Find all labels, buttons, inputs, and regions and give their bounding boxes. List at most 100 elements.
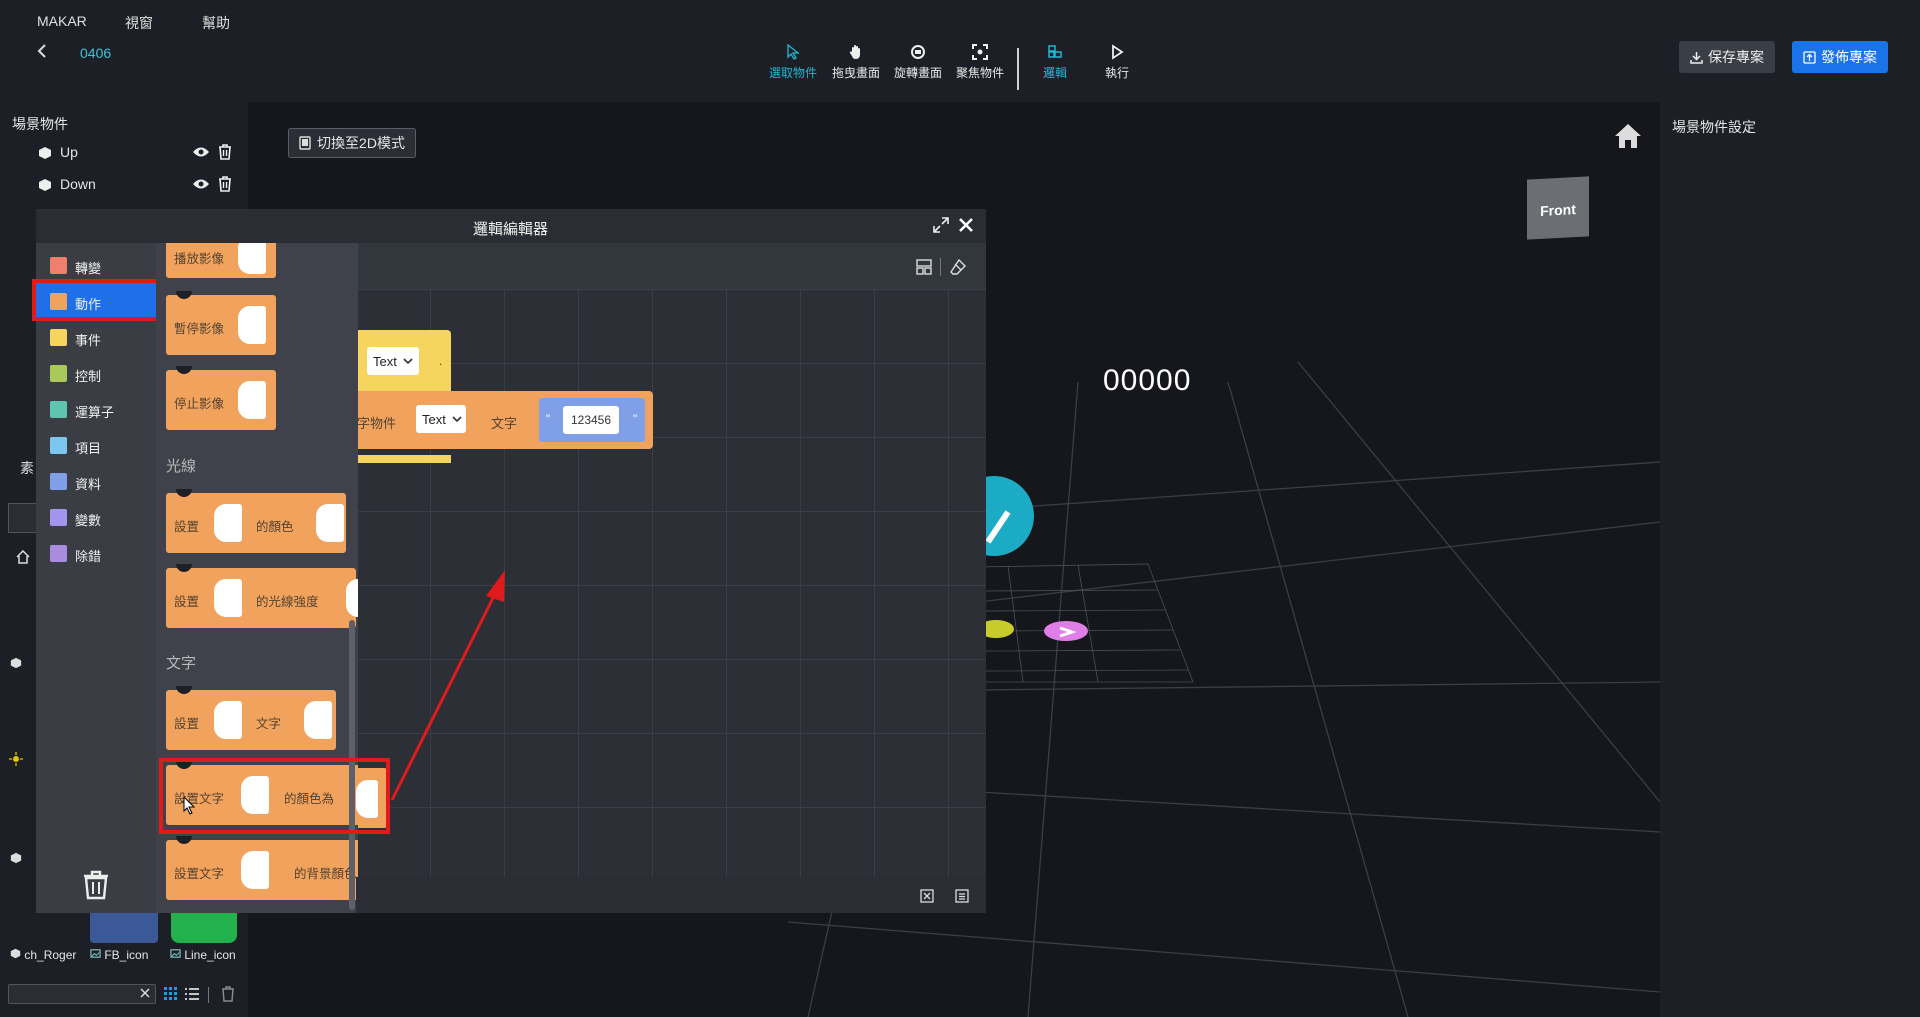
tool-select[interactable]: 選取物件 [761,44,825,81]
mouse-cursor-icon [183,796,196,815]
category-debug[interactable]: 除錯 [36,535,156,569]
category-swatch [50,437,67,454]
tool-logic[interactable]: 邏輯 [1023,44,1087,81]
trash-icon[interactable] [218,176,232,192]
scene-item-down[interactable]: Down [38,174,238,196]
category-event[interactable]: 事件 [36,319,156,353]
category-swatch [50,329,67,346]
logic-editor-title: 邏輯編輯器 [473,221,549,238]
line-icon-thumb[interactable] [171,913,237,943]
cube-icon [10,657,22,669]
orientation-cube-label: Front [1540,201,1576,219]
set-text-flyout-block[interactable]: 設置 文字 [166,686,336,750]
tool-logic-label: 邏輯 [1042,66,1067,80]
asset-filter-fragment[interactable] [8,503,38,533]
block-notch [176,366,192,374]
object-select-mid[interactable]: Text [416,405,466,433]
toolbar-divider [1017,48,1019,90]
category-transform[interactable]: 轉變 [36,247,156,281]
save-project-button[interactable]: 保存專案 [1679,41,1775,73]
category-variable[interactable]: 變數 [36,499,156,533]
expand-icon[interactable] [933,217,949,233]
fb-icon-thumb[interactable] [90,913,158,943]
scene-item-up[interactable]: Up [38,142,238,164]
block-label: 的背景顏色 [294,867,357,881]
home-icon[interactable] [16,550,30,564]
category-label: 除錯 [75,549,102,564]
publish-project-button[interactable]: 發佈專案 [1792,41,1888,73]
block-notch [176,291,192,299]
string-value-input[interactable]: 123456 [563,406,619,434]
category-item[interactable]: 項目 [36,427,156,461]
block-label: 暫停影像 [174,322,225,336]
pause-video-block[interactable]: 暫停影像 [166,291,276,355]
set-light-color-block[interactable]: 設置 的顏色 [166,489,346,553]
block-label: 文字 [256,717,282,731]
play-video-block[interactable]: 播放影像 [166,243,276,278]
eye-icon[interactable] [192,177,210,191]
list-icon[interactable] [955,889,969,903]
home-view-icon[interactable] [1613,122,1643,150]
block-slot[interactable] [316,504,344,542]
list-view-icon[interactable] [185,987,199,1001]
tool-run[interactable]: 執行 [1085,44,1149,81]
block-slot[interactable] [304,701,332,739]
close-icon[interactable] [958,217,974,233]
trash-can-icon[interactable] [82,870,110,900]
set-text-block-label: 字物件 [357,416,397,431]
quote-close: " [633,412,638,426]
asset-search-input[interactable] [8,984,156,1004]
clear-icon[interactable] [920,889,934,903]
clear-search-icon[interactable] [140,988,150,998]
asset-line-icon[interactable]: Line_icon [170,948,236,962]
layout-icon[interactable] [916,259,932,275]
category-label: 資料 [75,477,102,492]
upload-icon [1803,50,1816,64]
category-control[interactable]: 控制 [36,355,156,389]
block-slot[interactable] [214,579,242,617]
orientation-cube[interactable]: Front [1527,176,1589,240]
cube-icon [39,179,51,191]
category-action[interactable]: 動作 [32,279,160,321]
quote-open: " [546,412,551,426]
category-data[interactable]: 資料 [36,463,156,497]
tool-drag-label: 拖曳畫面 [831,66,880,80]
block-slot[interactable] [214,701,242,739]
category-swatch [50,401,67,418]
menu-help[interactable]: 幫助 [202,13,230,33]
object-select-top[interactable]: Text [367,347,419,375]
category-label: 控制 [75,369,102,384]
switch-2d-mode-button[interactable]: 切換至2D模式 [288,128,416,158]
grid-view-icon[interactable] [164,987,178,1001]
logic-editor-footer [356,877,986,913]
block-slot[interactable] [238,306,266,344]
tool-focus[interactable]: 聚焦物件 [948,44,1012,81]
tool-drag[interactable]: 拖曳畫面 [824,44,888,81]
menu-makar[interactable]: MAKAR [37,13,87,29]
category-label: 動作 [75,297,102,312]
stop-video-block[interactable]: 停止影像 [166,366,276,430]
block-notch [176,836,192,844]
block-slot[interactable] [241,851,269,889]
trash-icon[interactable] [218,144,232,160]
score-text: 00000 [1103,364,1192,397]
back-arrow-icon[interactable] [36,44,50,58]
asset-fb-icon[interactable]: FB_icon [90,948,148,962]
category-swatch [50,293,67,310]
tool-rotate[interactable]: 旋轉畫面 [886,44,950,81]
eye-icon[interactable] [192,145,210,159]
trash-icon[interactable] [221,986,235,1002]
category-operator[interactable]: 運算子 [36,391,156,425]
right-panel [1660,102,1920,1017]
focus-icon [972,44,988,60]
block-slot[interactable] [346,579,358,617]
asset-ch-roger[interactable]: ch_Roger [10,948,76,962]
block-slot[interactable] [214,504,242,542]
block-slot[interactable] [238,243,266,274]
asset-label: Line_icon [184,948,236,962]
menu-window[interactable]: 視窗 [125,13,153,33]
set-text-bg-color-block[interactable]: 設置文字 的背景顏色 [166,836,358,900]
block-slot[interactable] [238,381,266,419]
set-light-intensity-block[interactable]: 設置 的光線強度 [166,564,358,628]
eraser-icon[interactable] [950,259,966,275]
